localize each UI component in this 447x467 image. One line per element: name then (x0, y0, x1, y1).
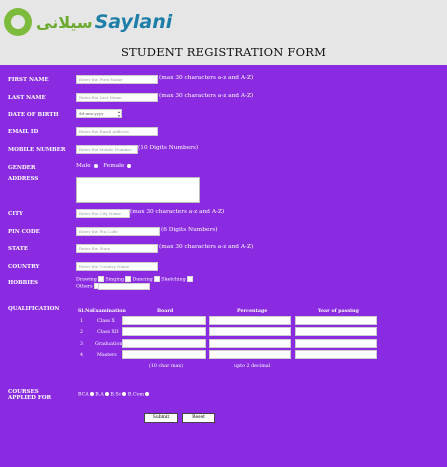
course-ba-radio[interactable] (104, 392, 109, 396)
logo-icon (4, 8, 32, 36)
qual-year-input[interactable] (295, 327, 377, 336)
gender-label: GENDER (8, 165, 36, 171)
qual-percentage-input[interactable] (209, 339, 291, 348)
qual-header-slno: Sl.No (78, 308, 93, 314)
board-note: (10 char max) (149, 364, 183, 369)
first-name-hint: (max 30 characters a-z and A-Z) (159, 75, 254, 81)
gender-options: Male Female (76, 163, 132, 169)
courses-options: BCA B.A B.Sc B.Com (78, 392, 150, 398)
page-title: STUDENT REGISTRATION FORM (120, 45, 327, 59)
qual-row-no: 2 (80, 330, 84, 335)
hobbies-label: HOBBIES (8, 280, 39, 286)
course-bsc-label: B.Sc (110, 392, 122, 398)
qual-board-input[interactable] (122, 327, 206, 336)
logo: سیلانی Saylani (4, 5, 172, 39)
qual-percentage-input[interactable] (209, 350, 291, 359)
state-input[interactable]: Enter the State (76, 244, 158, 253)
email-input[interactable]: Enter the Email Address (76, 127, 158, 136)
city-input[interactable]: Enter the City Name (76, 209, 130, 218)
qual-board-input[interactable] (122, 350, 206, 359)
logo-english-text: Saylani (94, 11, 173, 33)
country-label: COUNTRY (8, 264, 40, 270)
pin-code-label: PIN CODE (8, 229, 40, 235)
course-bca-radio[interactable] (89, 392, 94, 396)
course-ba-label: B.A (95, 392, 104, 398)
registration-page: سیلانی Saylani STUDENT REGISTRATION FORM… (0, 0, 447, 467)
pin-code-input[interactable]: Enter the Pin Code (76, 227, 160, 236)
qual-percentage-input[interactable] (209, 316, 291, 325)
address-label: ADDRESS (8, 176, 39, 182)
dob-label: DATE OF BIRTH (8, 112, 59, 118)
course-bsc-radio[interactable] (122, 392, 127, 396)
first-name-input[interactable]: Enter the First Name (76, 75, 158, 84)
qual-year-input[interactable] (295, 339, 377, 348)
mobile-label: MOBILE NUMBER (8, 147, 66, 153)
qual-row-no: 4 (80, 353, 84, 358)
header: سیلانی Saylani STUDENT REGISTRATION FORM (0, 0, 447, 65)
percentage-note: upto 2 decimal (234, 364, 271, 369)
qual-year-input[interactable] (295, 350, 377, 359)
qual-header-year: Year of passing (318, 308, 359, 314)
qual-row-exam: Graduation (95, 342, 123, 347)
qual-row-exam: Class X (97, 319, 115, 324)
email-label: EMAIL ID (8, 129, 39, 135)
submit-button[interactable]: Submit (144, 413, 178, 423)
qual-row-exam: Masters (97, 353, 117, 358)
gender-male-radio[interactable] (93, 163, 98, 168)
hobby-sketching-checkbox[interactable] (186, 276, 193, 282)
country-input[interactable]: Enter the Country Name (76, 262, 158, 271)
courses-label-line2: APPLIED FOR (8, 395, 52, 401)
hobby-others-row: Others (76, 283, 100, 290)
gender-female-label: Female (103, 163, 125, 169)
hobby-drawing-label: Drawing (76, 277, 97, 283)
hobby-dancing-label: Dancing (132, 277, 153, 283)
hobby-others-input[interactable] (98, 283, 150, 290)
pin-code-hint: (6 Digits Numbers) (161, 227, 218, 233)
logo-urdu-text: سیلانی (36, 12, 93, 32)
registration-form: FIRST NAME Enter the First Name (max 30 … (0, 65, 447, 467)
qual-header-exam: Examination (92, 308, 126, 314)
reset-button[interactable]: Reset (182, 413, 215, 423)
hobby-others-label: Others (76, 284, 93, 290)
qual-row-no: 1 (80, 319, 84, 324)
course-bca-label: BCA (78, 392, 89, 398)
last-name-hint: (max 30 characters a-z and A-Z) (159, 93, 254, 99)
qual-board-input[interactable] (122, 339, 206, 348)
city-label: CITY (8, 211, 23, 217)
course-bcom-radio[interactable] (145, 392, 150, 396)
mobile-input[interactable]: Enter the Mobile Number (76, 145, 138, 154)
qual-year-input[interactable] (295, 316, 377, 325)
gender-male-label: Male (76, 163, 91, 169)
hobby-singing-label: Singing (105, 277, 125, 283)
gender-female-radio[interactable] (127, 163, 132, 168)
hobby-dancing-checkbox[interactable] (153, 276, 160, 282)
qual-board-input[interactable] (122, 316, 206, 325)
state-label: STATE (8, 246, 29, 252)
address-textarea[interactable] (76, 177, 200, 203)
qual-percentage-input[interactable] (209, 327, 291, 336)
state-hint: (max 30 characters a-z and A-Z) (159, 244, 254, 250)
last-name-input[interactable]: Enter the Last Name (76, 93, 158, 102)
qual-row-exam: Class XII (97, 330, 119, 335)
hobby-sketching-label: Sketching (161, 277, 186, 283)
first-name-label: FIRST NAME (8, 77, 49, 83)
qualification-label: QUALIFICATION (8, 306, 60, 312)
mobile-hint: (10 Digits Numbers) (138, 145, 199, 151)
hobby-drawing-checkbox[interactable] (97, 276, 104, 282)
dob-date-picker[interactable]: dd-mm-yyyy (76, 109, 122, 118)
city-hint: (max 30 characters a-z and A-Z) (130, 209, 225, 215)
course-bcom-label: B.Com (127, 392, 145, 398)
qual-header-percentage: Percentage (237, 308, 268, 314)
hobbies-options: Drawing Singing Dancing Sketching (76, 276, 193, 283)
last-name-label: LAST NAME (8, 95, 46, 101)
hobby-singing-checkbox[interactable] (125, 276, 132, 282)
qual-header-board: Board (157, 308, 174, 314)
qual-row-no: 3 (80, 342, 84, 347)
